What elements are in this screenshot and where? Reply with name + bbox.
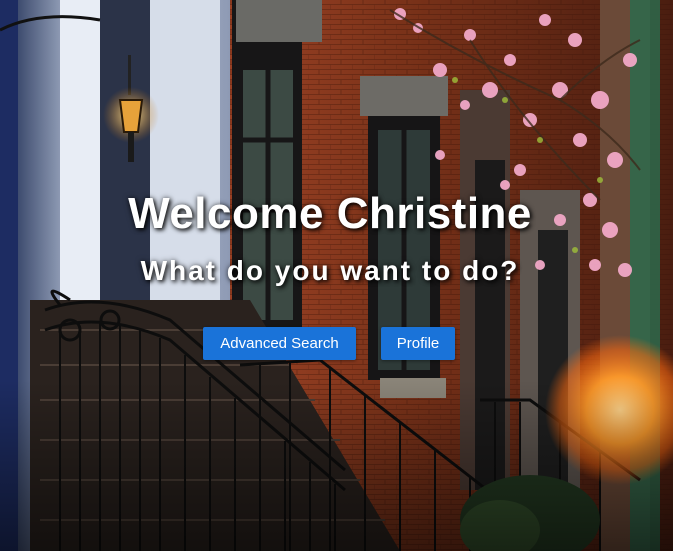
- hero-section: Welcome Christine What do you want to do…: [0, 0, 673, 551]
- advanced-search-button[interactable]: Advanced Search: [203, 327, 356, 360]
- profile-button[interactable]: Profile: [381, 327, 455, 360]
- hero-content: Welcome Christine What do you want to do…: [0, 0, 673, 551]
- welcome-subheading: What do you want to do?: [140, 255, 520, 286]
- welcome-heading: Welcome Christine: [128, 189, 532, 238]
